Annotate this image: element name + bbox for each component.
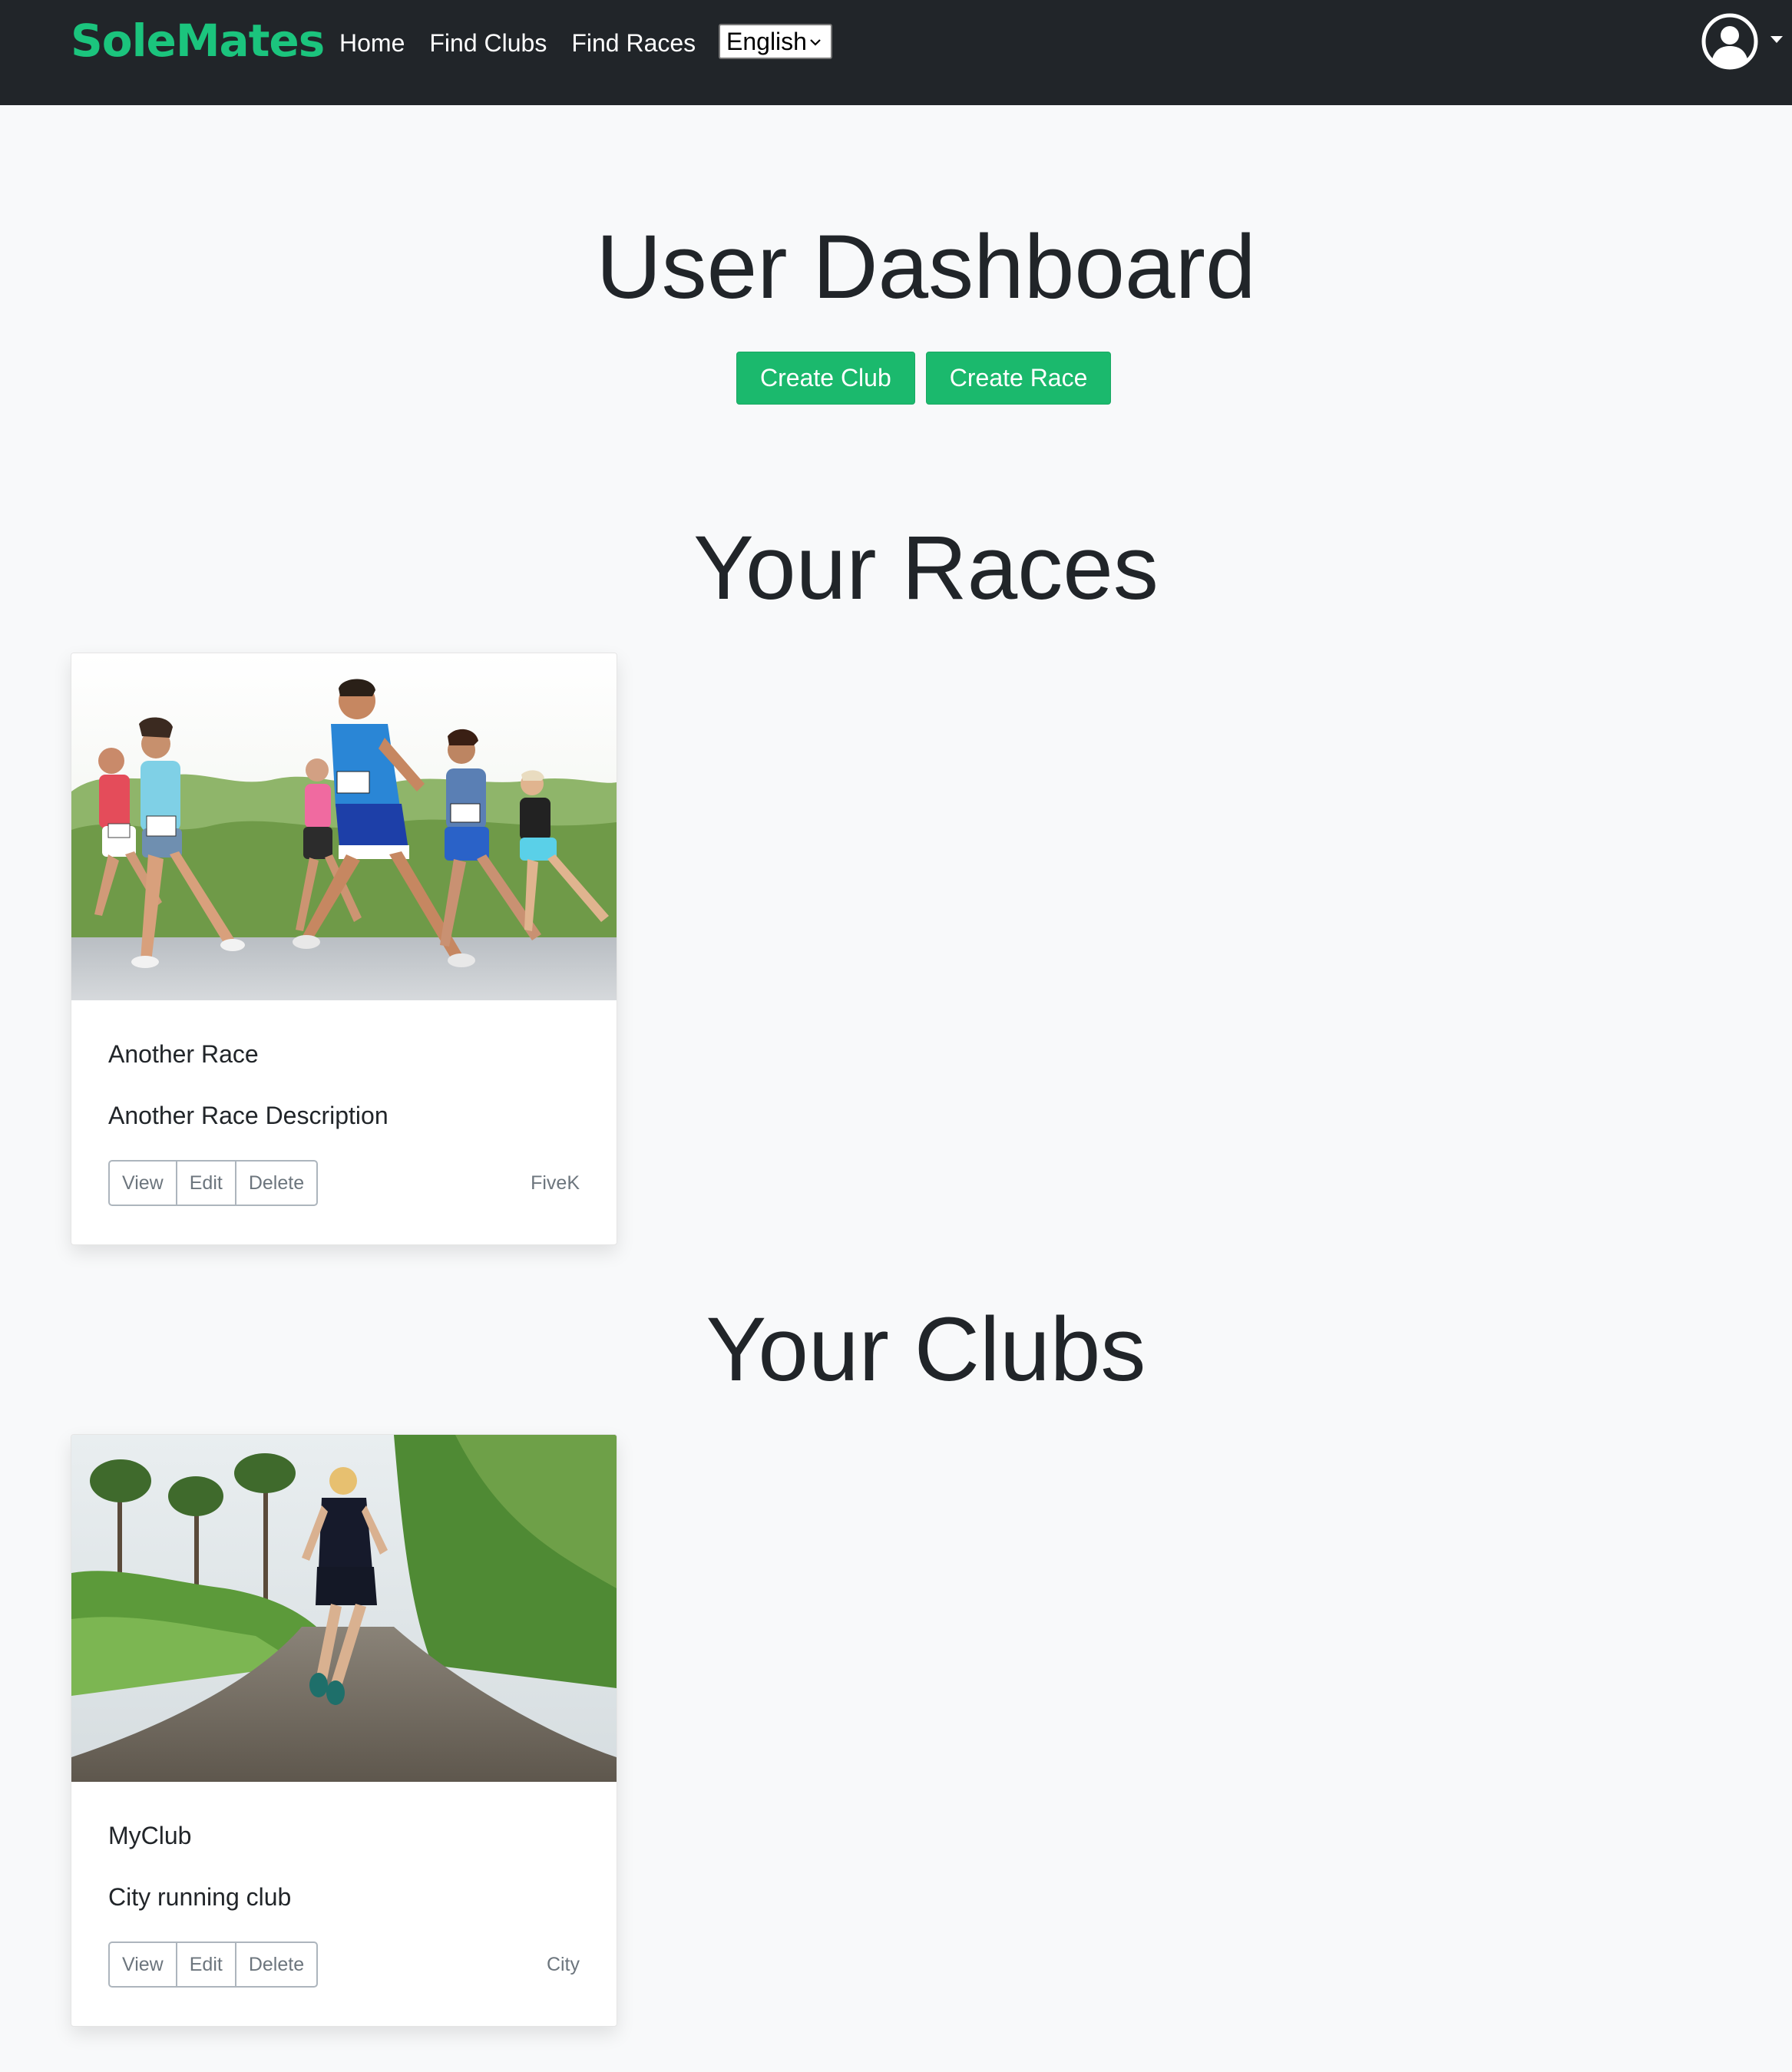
club-card-title: MyClub (108, 1822, 192, 1849)
user-menu-caret-icon[interactable] (1771, 36, 1783, 43)
races-heading: Your Races (693, 517, 1159, 619)
race-card-image (71, 653, 617, 1000)
top-navbar: SoleMates Home Find Clubs Find Races Eng… (0, 0, 1792, 105)
nav-link-find-races[interactable]: Find Races (571, 28, 696, 58)
race-card: Another Race Another Race Description Vi… (71, 653, 617, 1245)
dashboard-actions: Create Club Create Race (736, 352, 1112, 405)
club-card-description: City running club (108, 1883, 292, 1911)
race-delete-button[interactable]: Delete (234, 1162, 316, 1205)
club-edit-button[interactable]: Edit (175, 1943, 235, 1986)
race-edit-button[interactable]: Edit (175, 1162, 235, 1205)
clubs-heading: Your Clubs (706, 1299, 1146, 1400)
nav-link-find-clubs[interactable]: Find Clubs (429, 28, 547, 58)
chevron-down-icon (810, 39, 821, 46)
race-card-title: Another Race (108, 1040, 259, 1068)
race-card-description: Another Race Description (108, 1102, 388, 1129)
club-card-button-group: View Edit Delete (108, 1941, 319, 1988)
club-category: City (546, 1954, 580, 1975)
club-view-button[interactable]: View (110, 1943, 176, 1986)
club-delete-button[interactable]: Delete (234, 1943, 316, 1986)
language-select[interactable]: English (719, 24, 832, 59)
brand-logo[interactable]: SoleMates (71, 14, 325, 68)
create-race-button[interactable]: Create Race (925, 352, 1112, 405)
nav-link-home[interactable]: Home (339, 28, 405, 58)
language-select-value: English (726, 27, 807, 55)
user-avatar-icon[interactable] (1701, 13, 1758, 70)
page-title: User Dashboard (596, 216, 1256, 318)
club-card: MyClub City running club View Edit Delet… (71, 1434, 617, 2027)
race-view-button[interactable]: View (110, 1162, 176, 1205)
race-category: FiveK (531, 1172, 580, 1194)
race-card-button-group: View Edit Delete (108, 1160, 319, 1206)
nav-links: Home Find Clubs Find Races (339, 28, 696, 58)
create-club-button[interactable]: Create Club (736, 352, 915, 405)
club-card-image (71, 1435, 617, 1782)
